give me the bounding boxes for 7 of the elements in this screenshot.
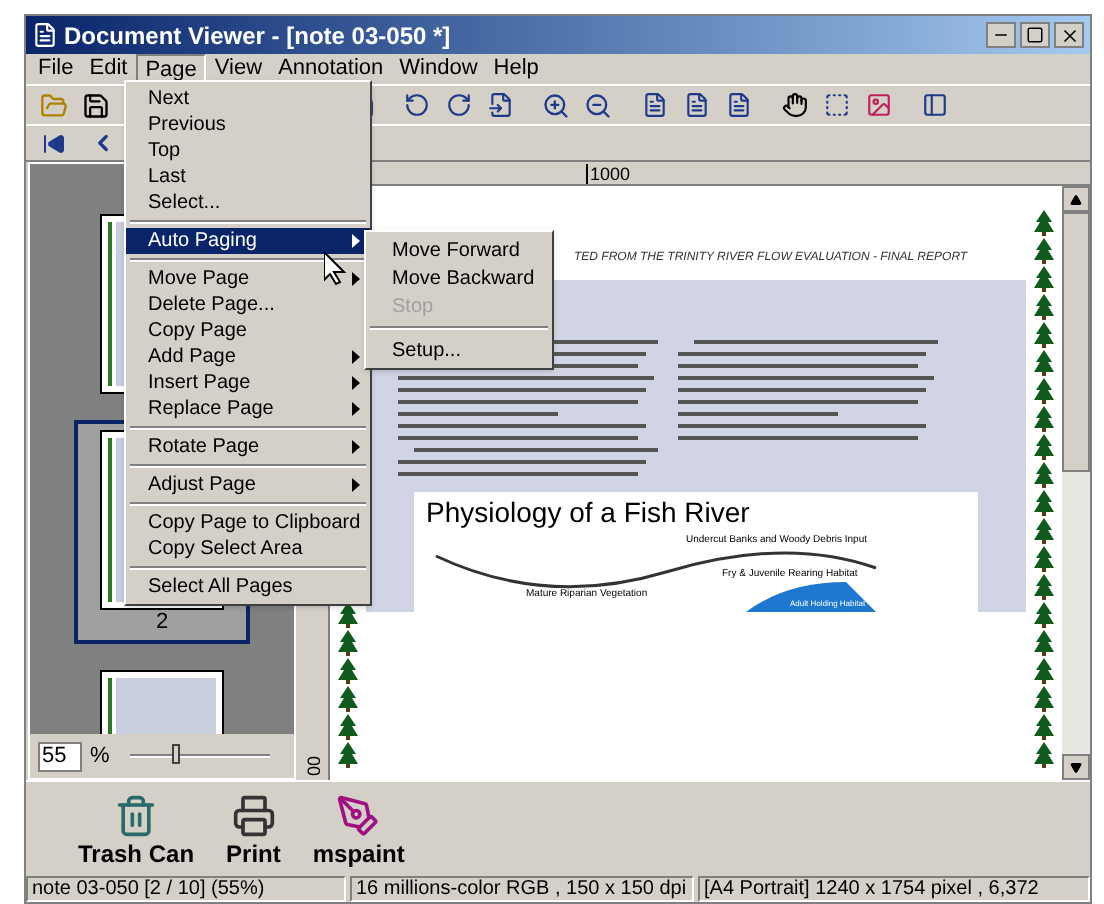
percent-label: % xyxy=(90,741,110,772)
ruler-label: 00 xyxy=(301,755,326,776)
figure-title: Physiology of a Fish River xyxy=(426,496,752,528)
status-field: note 03-050 [2 / 10] (55%) xyxy=(26,876,346,902)
status-field: [A4 Portrait] 1240 x 1754 pixel , 6,372 xyxy=(698,876,1090,902)
status-field: 16 millions-color RGB , 150 x 150 dpi xyxy=(350,876,694,902)
window-title: Document Viewer - [note 03-050 *] xyxy=(64,19,451,53)
